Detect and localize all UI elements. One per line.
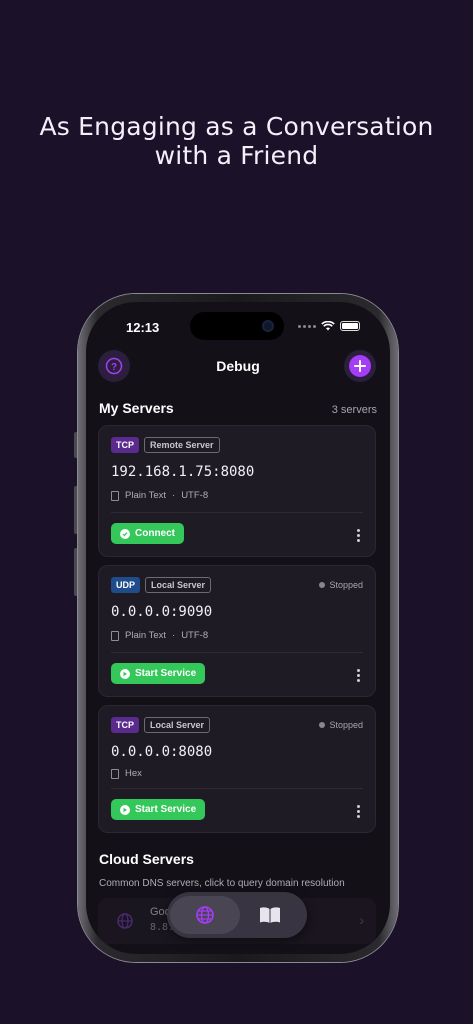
tab-servers[interactable] — [170, 896, 240, 934]
data-format: Hex — [125, 768, 142, 779]
nav-bar: ? Debug — [86, 348, 390, 388]
status-indicator: Stopped — [319, 580, 363, 590]
tab-bar — [167, 892, 307, 938]
server-count: 3 servers — [331, 404, 377, 416]
server-card[interactable]: UDP Local Server Stopped 0.0.0.0:9090 Pl… — [98, 565, 376, 697]
encoding: UTF-8 — [181, 630, 209, 641]
battery-icon — [340, 321, 360, 331]
server-card[interactable]: TCP Local Server Stopped 0.0.0.0:8080 He… — [98, 705, 376, 833]
start-service-button[interactable]: Start Service — [111, 799, 206, 820]
add-server-button[interactable] — [344, 350, 376, 382]
divider — [111, 652, 363, 653]
divider — [111, 512, 363, 513]
globe-icon — [117, 913, 133, 929]
globe-icon — [196, 906, 214, 924]
cloud-servers-subtitle: Common DNS servers, click to query domai… — [99, 878, 345, 889]
status-label: Stopped — [329, 580, 363, 590]
encoding: UTF-8 — [181, 490, 209, 501]
tab-docs[interactable] — [235, 896, 305, 934]
headline-line-2: with a Friend — [154, 141, 319, 170]
connect-button-label: Connect — [135, 528, 175, 539]
play-icon — [120, 804, 130, 815]
check-circle-icon — [120, 528, 130, 539]
data-format: Plain Text — [125, 490, 167, 501]
start-service-label: Start Service — [135, 804, 197, 815]
book-icon — [260, 907, 280, 923]
more-options-button[interactable] — [355, 805, 361, 818]
status-dot — [319, 582, 326, 588]
signal-icon — [298, 324, 316, 328]
phone-screen: 12:13 ? Debug My Servers 3 servers TCP R… — [86, 302, 390, 954]
divider — [111, 788, 363, 789]
server-address: 192.168.1.75:8080 — [111, 464, 255, 480]
server-type-badge: Local Server — [145, 577, 212, 593]
status-bar: 12:13 — [86, 302, 390, 348]
connect-button[interactable]: Connect — [111, 523, 184, 544]
server-address: 0.0.0.0:9090 — [111, 604, 213, 620]
server-type-badge: Local Server — [144, 717, 211, 733]
play-icon — [120, 668, 130, 679]
cloud-servers-header: Cloud Servers — [99, 851, 377, 867]
status-time: 12:13 — [126, 320, 160, 335]
protocol-badge: TCP — [111, 717, 139, 733]
protocol-badge: TCP — [111, 437, 139, 453]
server-card[interactable]: TCP Remote Server 192.168.1.75:8080 Plai… — [98, 425, 376, 557]
camera-icon — [262, 320, 274, 332]
chevron-right-icon: › — [359, 912, 364, 928]
server-address: 0.0.0.0:8080 — [111, 744, 213, 760]
start-service-label: Start Service — [135, 668, 197, 679]
file-icon — [111, 768, 119, 779]
start-service-button[interactable]: Start Service — [111, 663, 206, 684]
status-dot — [319, 722, 326, 728]
file-icon — [111, 630, 119, 641]
data-format: Plain Text — [125, 630, 167, 641]
headline-line-1: As Engaging as a Conversation — [39, 112, 434, 141]
status-indicator: Stopped — [319, 720, 363, 730]
status-icons — [298, 321, 360, 331]
meta-separator: · — [172, 630, 176, 641]
dynamic-island — [190, 312, 284, 340]
cloud-servers-title: Cloud Servers — [99, 851, 194, 867]
protocol-badge: UDP — [111, 577, 141, 593]
my-servers-header: My Servers 3 servers — [99, 400, 377, 416]
meta-separator: · — [172, 490, 176, 501]
server-type-badge: Remote Server — [144, 437, 220, 453]
wifi-icon — [321, 321, 335, 331]
status-label: Stopped — [329, 720, 363, 730]
headline: As Engaging as a Conversation with a Fri… — [0, 112, 473, 170]
more-options-button[interactable] — [355, 669, 361, 682]
file-icon — [111, 490, 119, 501]
server-meta: Hex — [111, 768, 142, 779]
my-servers-title: My Servers — [99, 400, 174, 416]
server-meta: Plain Text · UTF-8 — [111, 630, 208, 641]
more-options-button[interactable] — [355, 529, 361, 542]
server-meta: Plain Text · UTF-8 — [111, 490, 208, 501]
plus-icon — [354, 360, 366, 372]
